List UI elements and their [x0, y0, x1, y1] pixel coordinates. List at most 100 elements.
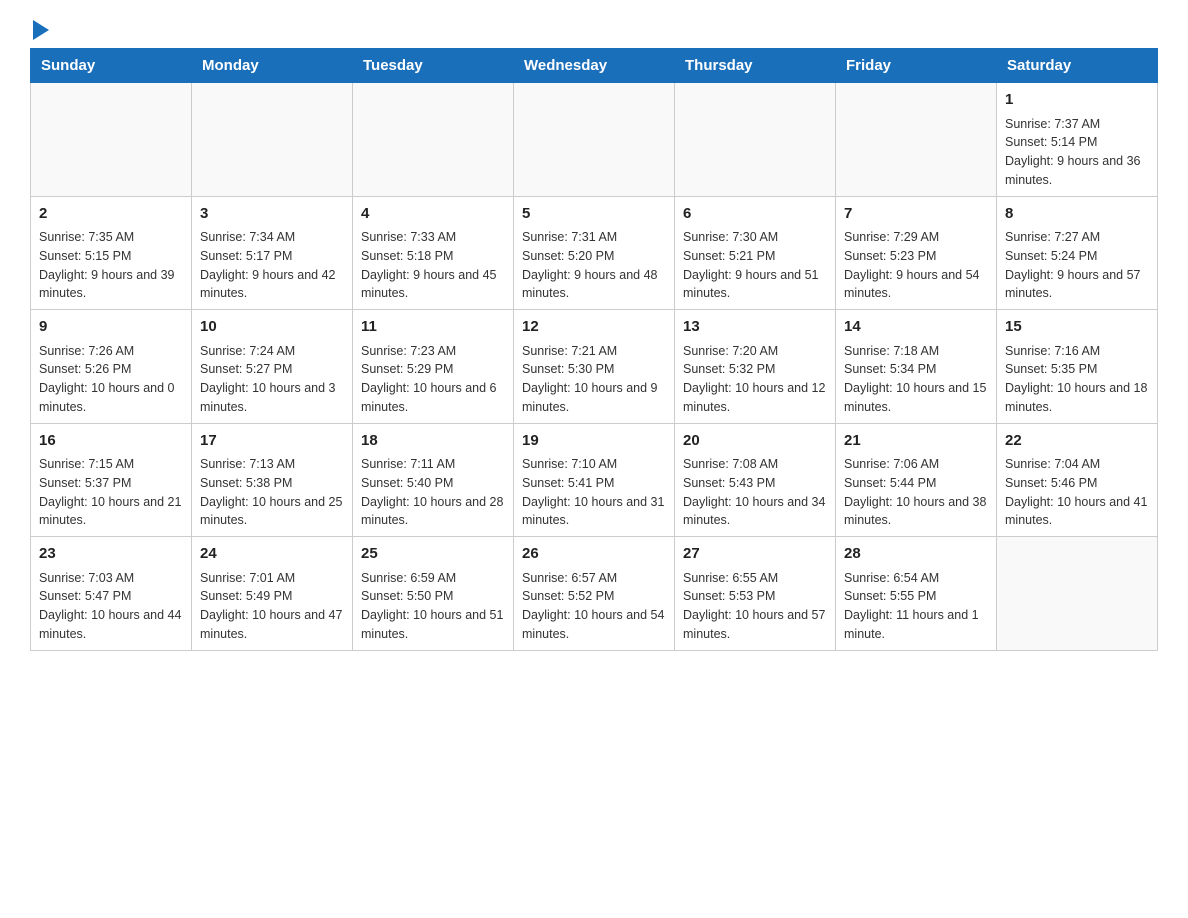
calendar-day-cell: 5Sunrise: 7:31 AMSunset: 5:20 PMDaylight… [514, 196, 675, 310]
day-number: 25 [361, 543, 505, 566]
day-number: 13 [683, 316, 827, 339]
day-info: Sunrise: 6:57 AMSunset: 5:52 PMDaylight:… [522, 569, 666, 644]
calendar-day-cell: 7Sunrise: 7:29 AMSunset: 5:23 PMDaylight… [836, 196, 997, 310]
day-info: Sunrise: 7:18 AMSunset: 5:34 PMDaylight:… [844, 342, 988, 417]
calendar-week-row: 2Sunrise: 7:35 AMSunset: 5:15 PMDaylight… [31, 196, 1158, 310]
calendar-day-cell [31, 83, 192, 197]
calendar-day-cell: 4Sunrise: 7:33 AMSunset: 5:18 PMDaylight… [353, 196, 514, 310]
calendar-day-cell: 2Sunrise: 7:35 AMSunset: 5:15 PMDaylight… [31, 196, 192, 310]
calendar-day-cell [353, 83, 514, 197]
day-number: 8 [1005, 203, 1149, 226]
day-info: Sunrise: 7:27 AMSunset: 5:24 PMDaylight:… [1005, 228, 1149, 303]
calendar-day-cell: 10 Sunrise: 7:24 AMSunset: 5:27 PMDayligh… [192, 310, 353, 424]
day-number: 1 [1005, 89, 1149, 112]
day-of-week-header: Saturday [997, 49, 1158, 83]
day-info: Sunrise: 7:31 AMSunset: 5:20 PMDaylight:… [522, 228, 666, 303]
day-number: 17 [200, 430, 344, 453]
logo [30, 20, 49, 38]
calendar-day-cell [836, 83, 997, 197]
day-number: 23 [39, 543, 183, 566]
calendar-day-cell: 22Sunrise: 7:04 AMSunset: 5:46 PMDayligh… [997, 423, 1158, 537]
day-info: Sunrise: 7:13 AMSunset: 5:38 PMDaylight:… [200, 455, 344, 530]
calendar-day-cell: 18Sunrise: 7:11 AMSunset: 5:40 PMDayligh… [353, 423, 514, 537]
day-info: Sunrise: 7:06 AMSunset: 5:44 PMDaylight:… [844, 455, 988, 530]
day-number: 11 [361, 316, 505, 339]
day-info: Sunrise: 7:29 AMSunset: 5:23 PMDaylight:… [844, 228, 988, 303]
calendar-day-cell: 19Sunrise: 7:10 AMSunset: 5:41 PMDayligh… [514, 423, 675, 537]
day-of-week-header: Friday [836, 49, 997, 83]
calendar-day-cell: 27 Sunrise: 6:55 AMSunset: 5:53 PMDayligh… [675, 537, 836, 651]
calendar-table: SundayMondayTuesdayWednesdayThursdayFrid… [30, 48, 1158, 651]
calendar-day-cell: 6Sunrise: 7:30 AMSunset: 5:21 PMDaylight… [675, 196, 836, 310]
day-info: Sunrise: 7:01 AMSunset: 5:49 PMDaylight:… [200, 569, 344, 644]
calendar-week-row: 16Sunrise: 7:15 AMSunset: 5:37 PMDayligh… [31, 423, 1158, 537]
day-info: Sunrise: 7:04 AMSunset: 5:46 PMDaylight:… [1005, 455, 1149, 530]
day-number: 9 [39, 316, 183, 339]
calendar-day-cell: 14Sunrise: 7:18 AMSunset: 5:34 PMDayligh… [836, 310, 997, 424]
day-number: 19 [522, 430, 666, 453]
day-info: Sunrise: 7:08 AMSunset: 5:43 PMDaylight:… [683, 455, 827, 530]
day-info: Sunrise: 7:20 AMSunset: 5:32 PMDaylight:… [683, 342, 827, 417]
day-of-week-header: Wednesday [514, 49, 675, 83]
calendar-day-cell [997, 537, 1158, 651]
day-number: 5 [522, 203, 666, 226]
day-info: Sunrise: 7:26 AMSunset: 5:26 PMDaylight:… [39, 342, 183, 417]
day-number: 10 [200, 316, 344, 339]
calendar-day-cell [514, 83, 675, 197]
day-info: Sunrise: 6:54 AMSunset: 5:55 PMDaylight:… [844, 569, 988, 644]
day-info: Sunrise: 7:10 AMSunset: 5:41 PMDaylight:… [522, 455, 666, 530]
day-info: Sunrise: 6:55 AMSunset: 5:53 PMDaylight:… [683, 569, 827, 644]
day-number: 20 [683, 430, 827, 453]
day-number: 4 [361, 203, 505, 226]
calendar-day-cell: 11 Sunrise: 7:23 AMSunset: 5:29 PMDayligh… [353, 310, 514, 424]
calendar-day-cell: 9 Sunrise: 7:26 AMSunset: 5:26 PMDaylight… [31, 310, 192, 424]
day-of-week-header: Monday [192, 49, 353, 83]
calendar-week-row: 23 Sunrise: 7:03 AMSunset: 5:47 PMDayligh… [31, 537, 1158, 651]
day-number: 3 [200, 203, 344, 226]
calendar-day-cell: 23 Sunrise: 7:03 AMSunset: 5:47 PMDayligh… [31, 537, 192, 651]
day-info: Sunrise: 7:11 AMSunset: 5:40 PMDaylight:… [361, 455, 505, 530]
day-number: 6 [683, 203, 827, 226]
calendar-day-cell [192, 83, 353, 197]
day-of-week-header: Thursday [675, 49, 836, 83]
calendar-day-cell: 20Sunrise: 7:08 AMSunset: 5:43 PMDayligh… [675, 423, 836, 537]
day-info: Sunrise: 7:37 AMSunset: 5:14 PMDaylight:… [1005, 115, 1149, 190]
day-number: 28 [844, 543, 988, 566]
day-info: Sunrise: 7:21 AMSunset: 5:30 PMDaylight:… [522, 342, 666, 417]
day-info: Sunrise: 7:24 AMSunset: 5:27 PMDaylight:… [200, 342, 344, 417]
calendar-day-cell: 28 Sunrise: 6:54 AMSunset: 5:55 PMDayligh… [836, 537, 997, 651]
calendar-week-row: 1 Sunrise: 7:37 AMSunset: 5:14 PMDaylight… [31, 83, 1158, 197]
day-number: 27 [683, 543, 827, 566]
calendar-day-cell: 21Sunrise: 7:06 AMSunset: 5:44 PMDayligh… [836, 423, 997, 537]
day-info: Sunrise: 7:35 AMSunset: 5:15 PMDaylight:… [39, 228, 183, 303]
day-info: Sunrise: 7:03 AMSunset: 5:47 PMDaylight:… [39, 569, 183, 644]
day-number: 24 [200, 543, 344, 566]
calendar-header-row: SundayMondayTuesdayWednesdayThursdayFrid… [31, 49, 1158, 83]
calendar-day-cell: 15 Sunrise: 7:16 AMSunset: 5:35 PMDayligh… [997, 310, 1158, 424]
calendar-day-cell [675, 83, 836, 197]
day-number: 26 [522, 543, 666, 566]
day-info: Sunrise: 7:30 AMSunset: 5:21 PMDaylight:… [683, 228, 827, 303]
day-info: Sunrise: 7:33 AMSunset: 5:18 PMDaylight:… [361, 228, 505, 303]
calendar-day-cell: 3Sunrise: 7:34 AMSunset: 5:17 PMDaylight… [192, 196, 353, 310]
calendar-week-row: 9 Sunrise: 7:26 AMSunset: 5:26 PMDaylight… [31, 310, 1158, 424]
calendar-day-cell: 13 Sunrise: 7:20 AMSunset: 5:32 PMDayligh… [675, 310, 836, 424]
calendar-day-cell: 12Sunrise: 7:21 AMSunset: 5:30 PMDayligh… [514, 310, 675, 424]
day-info: Sunrise: 7:34 AMSunset: 5:17 PMDaylight:… [200, 228, 344, 303]
day-info: Sunrise: 6:59 AMSunset: 5:50 PMDaylight:… [361, 569, 505, 644]
day-of-week-header: Tuesday [353, 49, 514, 83]
calendar-day-cell: 1 Sunrise: 7:37 AMSunset: 5:14 PMDaylight… [997, 83, 1158, 197]
calendar-day-cell: 16Sunrise: 7:15 AMSunset: 5:37 PMDayligh… [31, 423, 192, 537]
day-number: 16 [39, 430, 183, 453]
day-number: 15 [1005, 316, 1149, 339]
day-info: Sunrise: 7:23 AMSunset: 5:29 PMDaylight:… [361, 342, 505, 417]
day-number: 22 [1005, 430, 1149, 453]
calendar-day-cell: 25 Sunrise: 6:59 AMSunset: 5:50 PMDayligh… [353, 537, 514, 651]
calendar-day-cell: 26 Sunrise: 6:57 AMSunset: 5:52 PMDayligh… [514, 537, 675, 651]
day-number: 18 [361, 430, 505, 453]
calendar-day-cell: 8Sunrise: 7:27 AMSunset: 5:24 PMDaylight… [997, 196, 1158, 310]
day-info: Sunrise: 7:16 AMSunset: 5:35 PMDaylight:… [1005, 342, 1149, 417]
page-header [30, 20, 1158, 38]
calendar-day-cell: 17Sunrise: 7:13 AMSunset: 5:38 PMDayligh… [192, 423, 353, 537]
day-number: 21 [844, 430, 988, 453]
